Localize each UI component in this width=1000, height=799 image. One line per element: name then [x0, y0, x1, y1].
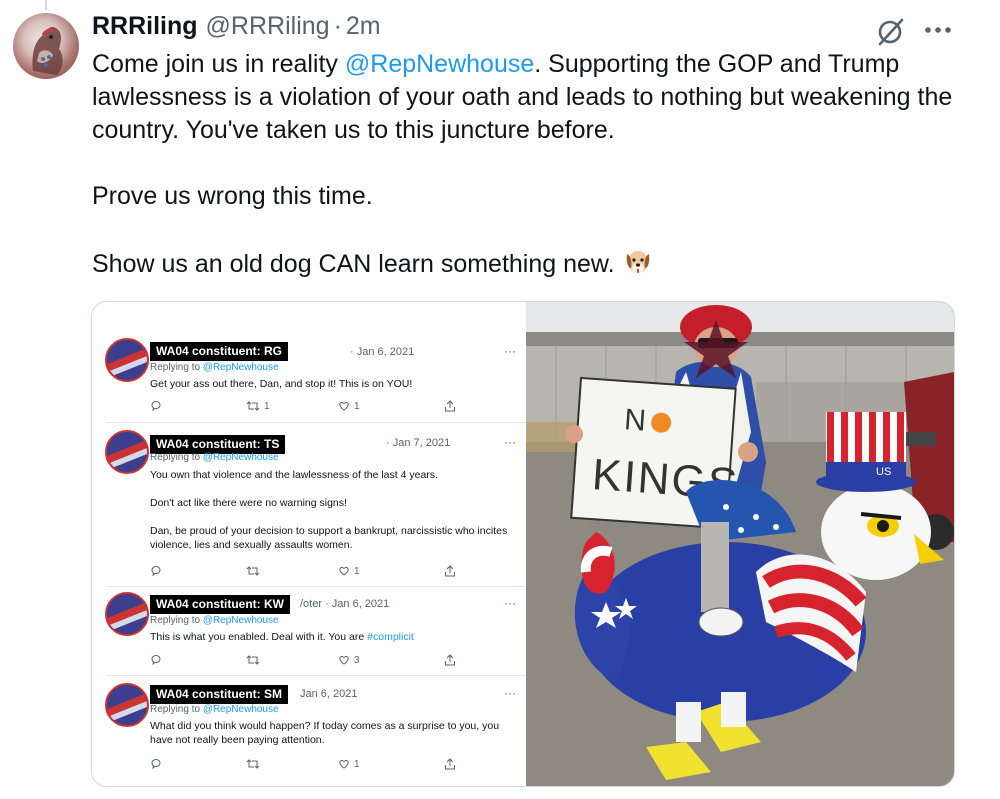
share-icon — [444, 758, 456, 770]
list-item: WA04 constituent: RG · Jan 6, 2021 ··· R… — [92, 302, 525, 422]
header-separator: · — [333, 12, 342, 40]
share-icon — [444, 654, 456, 666]
like-count: 1 — [354, 565, 360, 577]
replying-handle: @RepNewhouse — [202, 704, 279, 715]
tweet-header: RRRiling @RRRiling · 2m — [92, 12, 381, 41]
screenshot-image[interactable]: WA04 constituent: RG · Jan 6, 2021 ··· R… — [92, 302, 526, 786]
tweet-text: Come join us in reality @RepNewhouse. Su… — [92, 48, 972, 281]
replying-to: Replying to @RepNewhouse — [150, 704, 279, 715]
retweet-icon: 1 — [246, 400, 270, 412]
replying-label: Replying to — [150, 362, 201, 373]
avatar — [105, 338, 149, 382]
replying-label: Replying to — [150, 704, 201, 715]
more-icon: ··· — [504, 435, 516, 449]
retweet-icon — [246, 758, 264, 770]
replying-handle: @RepNewhouse — [202, 452, 279, 463]
commenter-name: WA04 constituent: RG — [150, 342, 289, 361]
avatar — [105, 592, 149, 636]
like-icon: 1 — [338, 758, 360, 770]
comment-actions: 1 — [150, 758, 460, 772]
thread-connector-line — [45, 0, 47, 10]
comment-date: · Jan 7, 2021 — [386, 437, 451, 449]
like-icon: 1 — [338, 565, 360, 577]
comment-actions: 3 — [150, 654, 460, 668]
retweet-icon — [246, 654, 264, 666]
mention-link[interactable]: @RepNewhouse — [345, 50, 534, 78]
replying-label: Replying to — [150, 615, 201, 626]
sign-letter-n: N — [623, 403, 647, 437]
hashtag-link: #complicit — [367, 631, 414, 643]
more-icon: ··· — [504, 596, 516, 610]
display-name[interactable]: RRRiling — [92, 12, 198, 41]
replying-to: Replying to @RepNewhouse — [150, 615, 279, 626]
list-item: WA04 constituent: SM Jan 6, 2021 ··· Rep… — [92, 676, 525, 786]
tweet-text-part1: Come join us in reality — [92, 50, 345, 78]
grok-icon[interactable] — [874, 14, 908, 48]
commenter-name: WA04 constituent: KW — [150, 595, 290, 614]
reply-icon — [150, 654, 162, 666]
like-icon: 3 — [338, 654, 360, 666]
share-icon — [444, 400, 456, 412]
user-handle[interactable]: @RRRiling — [206, 12, 330, 41]
photo-illustration: N KINGS US — [526, 302, 954, 786]
retweet-count: 1 — [264, 400, 270, 412]
comment-date: · Jan 6, 2021 — [350, 346, 415, 358]
more-icon: ··· — [504, 344, 516, 358]
comment-line: You own that violence and the lawlessnes… — [150, 469, 438, 481]
like-count: 1 — [354, 758, 360, 770]
hat-text: US — [876, 466, 891, 478]
like-count: 3 — [354, 654, 360, 666]
avatar[interactable] — [13, 13, 79, 79]
replying-to: Replying to @RepNewhouse — [150, 362, 279, 373]
comment-text: Get your ass out there, Dan, and stop it… — [150, 377, 520, 391]
dog-face-emoji — [623, 246, 653, 276]
comment-line: This is what you enabled. Deal with it. … — [150, 631, 368, 643]
comment-actions: 1 1 — [150, 400, 460, 414]
replying-label: Replying to — [150, 452, 201, 463]
comment-text: This is what you enabled. Deal with it. … — [150, 630, 520, 644]
list-item: WA04 constituent: KW /oter · Jan 6, 2021… — [92, 587, 525, 675]
retweet-icon — [246, 565, 264, 577]
tweet-text-part4: Show us an old dog CAN learn something n… — [92, 250, 615, 278]
protest-photo[interactable]: N KINGS US — [526, 302, 954, 786]
replying-handle: @RepNewhouse — [202, 615, 279, 626]
like-count: 1 — [354, 400, 360, 412]
reply-icon — [150, 565, 162, 577]
comment-line: What did you think would happen? If toda… — [150, 720, 500, 746]
timestamp[interactable]: 2m — [346, 12, 381, 41]
replying-to: Replying to @RepNewhouse — [150, 452, 279, 463]
reply-icon — [150, 400, 162, 412]
more-icon: ··· — [504, 686, 516, 700]
comment-actions: 1 — [150, 565, 460, 579]
replying-handle: @RepNewhouse — [202, 362, 279, 373]
share-icon — [444, 565, 456, 577]
comment-date: Jan 6, 2021 — [300, 688, 358, 700]
comment-text: What did you think would happen? If toda… — [150, 719, 515, 747]
avatar — [105, 430, 149, 474]
comment-text: You own that violence and the lawlessnes… — [150, 468, 520, 552]
comment-line: Get your ass out there, Dan, and stop it… — [150, 378, 413, 390]
comment-date: /oter · Jan 6, 2021 — [300, 598, 390, 610]
reply-icon — [150, 758, 162, 770]
tweet-text-part3: Prove us wrong this time. — [92, 182, 373, 210]
more-icon[interactable] — [922, 16, 954, 44]
like-icon: 1 — [338, 400, 360, 412]
comment-line: Dan, be proud of your decision to suppor… — [150, 525, 508, 551]
comment-line: Don't act like there were no warning sig… — [150, 497, 347, 509]
avatar — [105, 683, 149, 727]
tweet-media[interactable]: WA04 constituent: RG · Jan 6, 2021 ··· R… — [91, 301, 955, 787]
commenter-name: WA04 constituent: SM — [150, 685, 289, 704]
list-item: WA04 constituent: TS · Jan 7, 2021 ··· R… — [92, 423, 525, 586]
